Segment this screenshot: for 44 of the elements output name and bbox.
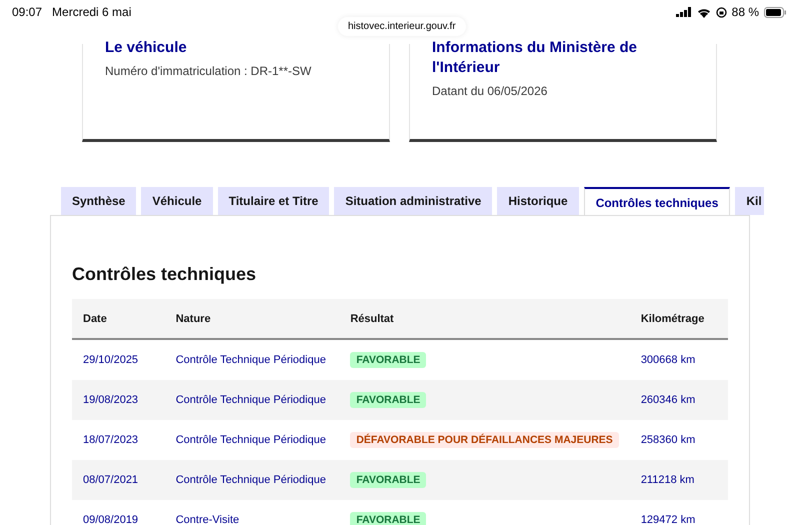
card-title[interactable]: Le véhicule: [105, 38, 367, 58]
nature-cell: Contrôle Technique Périodique: [176, 434, 326, 446]
nature-cell: Contrôle Technique Périodique: [176, 354, 326, 366]
time: 09:07: [12, 5, 42, 19]
mileage-cell: 260346 km: [640, 394, 696, 406]
mileage-cell: 211218 km: [640, 474, 694, 486]
signal-icon: [676, 7, 692, 17]
tab[interactable]: Historique: [497, 187, 579, 215]
column-header: Résultat: [339, 299, 630, 339]
lock-rotation-icon: [716, 7, 727, 18]
date: Mercredi 6 mai: [52, 5, 132, 19]
nature-cell: Contrôle Technique Périodique: [176, 474, 326, 486]
section-title: Contrôles techniques: [72, 264, 258, 285]
tab[interactable]: Véhicule: [141, 187, 213, 215]
nature-cell: Contre-Visite: [176, 514, 240, 525]
tab[interactable]: Kil: [735, 187, 764, 215]
date-cell: 18/07/2023: [83, 434, 138, 446]
result-badge: FAVORABLE: [350, 472, 426, 488]
result-badge: FAVORABLE: [350, 352, 426, 368]
wifi-icon: [696, 7, 711, 18]
tab[interactable]: Titulaire et Titre: [218, 187, 330, 215]
column-header: Date: [72, 299, 165, 339]
mileage-cell: 129472 km: [640, 514, 696, 525]
mileage-cell: 300668 km: [640, 354, 696, 366]
date-cell: 08/07/2021: [83, 474, 138, 486]
card-title[interactable]: Informations du Ministère de l'Intérieur: [432, 38, 694, 78]
battery-icon: [764, 7, 786, 18]
column-header: Nature: [164, 299, 340, 339]
tab[interactable]: Contrôles techniques: [584, 187, 730, 215]
result-badge: DÉFAVORABLE POUR DÉFAILLANCES MAJEURES: [350, 432, 619, 448]
nature-cell: Contrôle Technique Périodique: [176, 394, 326, 406]
result-badge: FAVORABLE: [350, 392, 426, 408]
tab[interactable]: Situation administrative: [334, 187, 492, 215]
column-header: Kilométrage: [630, 299, 728, 339]
result-badge: FAVORABLE: [350, 512, 426, 525]
url-bar[interactable]: histovec.interieur.gouv.fr: [338, 17, 466, 36]
date-cell: 19/08/2023: [83, 394, 138, 406]
date-cell: 09/08/2019: [83, 514, 138, 525]
mileage-cell: 258360 km: [640, 434, 696, 446]
battery-percent: 88 %: [732, 5, 759, 19]
tab[interactable]: Synthèse: [61, 187, 136, 215]
card-text: Datant du 06/05/2026: [432, 84, 548, 98]
card-text: Numéro d'immatriculation : DR-1**-SW: [105, 64, 312, 78]
date-cell: 29/10/2025: [83, 354, 138, 366]
